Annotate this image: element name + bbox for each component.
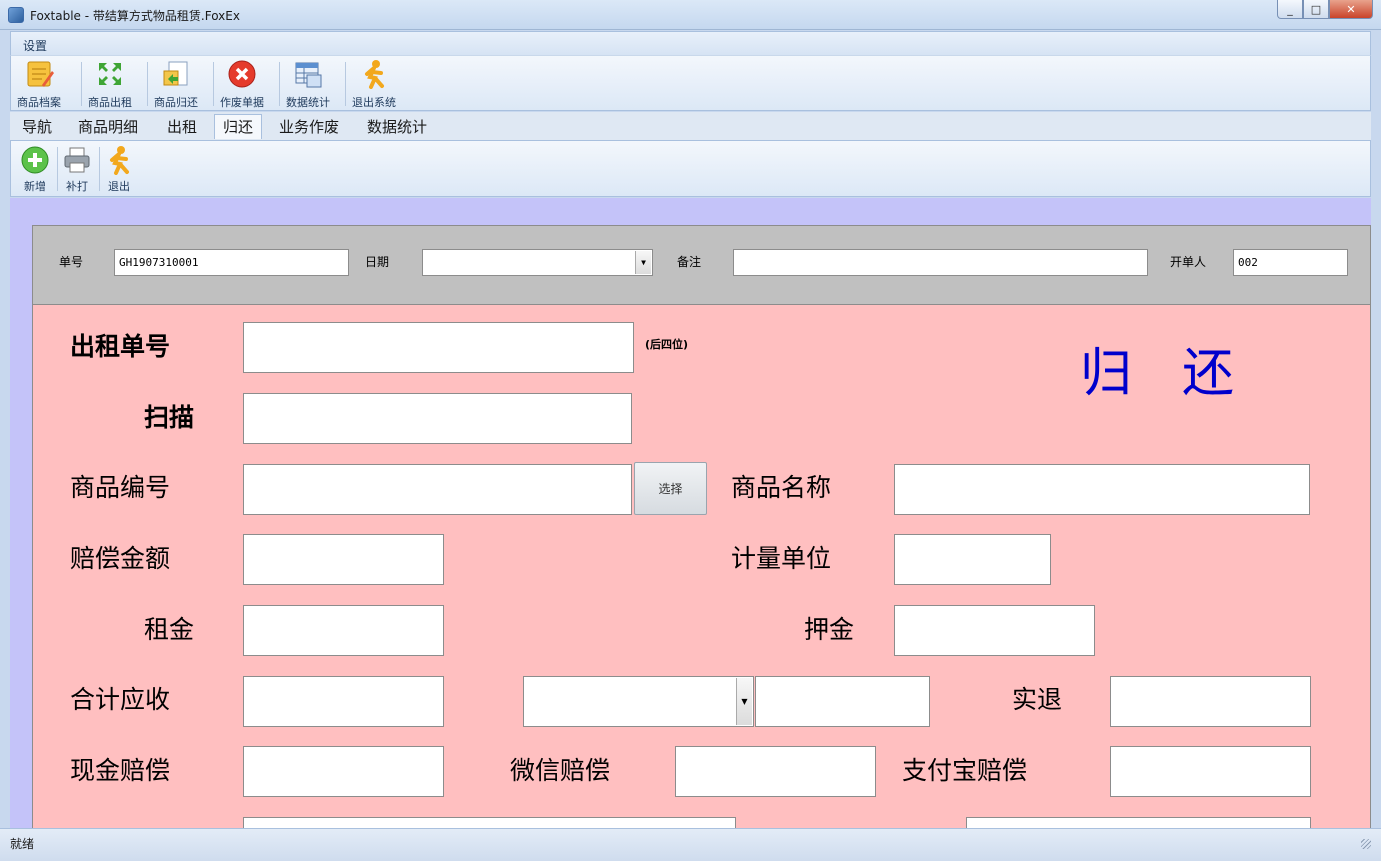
- status-text: 就绪: [10, 837, 35, 851]
- deposit-label: 押金: [804, 615, 855, 644]
- wechat-comp-input[interactable]: [675, 746, 876, 797]
- minimize-button[interactable]: _: [1277, 0, 1303, 19]
- ribbon-return-button[interactable]: 商品归还: [154, 58, 198, 110]
- chevron-down-icon[interactable]: ▼: [635, 251, 651, 274]
- toolbar-label: 补打: [66, 180, 88, 193]
- main-ribbon: 商品档案 商品出租 商品归还 作废单据 数据统计 退出系统: [10, 55, 1371, 111]
- cash-comp-input[interactable]: [243, 746, 444, 797]
- page-title: 归还: [1080, 344, 1285, 404]
- scan-label: 扫描: [144, 403, 195, 432]
- ribbon-label: 商品档案: [17, 96, 61, 109]
- ribbon-label: 作废单据: [220, 96, 264, 109]
- product-code-input[interactable]: [243, 464, 632, 515]
- content-area: 单号 GH1907310001 日期 ▼ 备注 开单人 002 出租单号 (后四…: [10, 198, 1371, 828]
- reprint-button[interactable]: 补打: [62, 145, 92, 194]
- order-no-field[interactable]: GH1907310001: [114, 249, 349, 276]
- tab-return[interactable]: 归还: [214, 114, 263, 139]
- deposit-input[interactable]: [894, 605, 1095, 656]
- notepad-icon: [24, 59, 54, 89]
- note-label: 备注: [677, 255, 702, 269]
- tab-void[interactable]: 业务作废: [279, 116, 339, 137]
- tab-product-details[interactable]: 商品明细: [78, 116, 138, 137]
- tab-rent[interactable]: 出租: [167, 116, 197, 137]
- compensation-input[interactable]: [243, 534, 444, 585]
- status-bar: 就绪: [0, 828, 1381, 861]
- next-row-input-right[interactable]: [966, 817, 1311, 828]
- issuer-field[interactable]: 002: [1233, 249, 1348, 276]
- ribbon-label: 商品出租: [88, 96, 132, 109]
- payment-amount-input[interactable]: [755, 676, 930, 727]
- spreadsheet-icon: [293, 59, 323, 89]
- order-no-label: 单号: [59, 255, 84, 269]
- ribbon-product-archive-button[interactable]: 商品档案: [17, 58, 61, 110]
- rental-no-input[interactable]: [243, 322, 634, 373]
- tab-statistics[interactable]: 数据统计: [367, 116, 427, 137]
- close-button[interactable]: ✕: [1329, 0, 1373, 19]
- menu-bar: 设置: [10, 31, 1371, 55]
- alipay-comp-label: 支付宝赔偿: [902, 756, 1028, 785]
- note-field[interactable]: [733, 249, 1148, 276]
- toolbar-label: 新增: [24, 180, 46, 193]
- ribbon-void-button[interactable]: 作废单据: [220, 58, 264, 110]
- wechat-comp-label: 微信赔偿: [510, 756, 611, 785]
- product-name-label: 商品名称: [731, 473, 832, 502]
- running-man-icon: [104, 145, 134, 175]
- green-plus-icon: [20, 145, 50, 175]
- total-receivable-label: 合计应收: [70, 685, 171, 714]
- menu-settings[interactable]: 设置: [23, 37, 47, 54]
- exit-button[interactable]: 退出: [104, 145, 134, 194]
- rental-no-hint: (后四位): [645, 338, 689, 351]
- rent-label: 租金: [144, 615, 195, 644]
- tab-navigation[interactable]: 导航: [22, 116, 52, 137]
- window-controls: _ □ ✕: [1277, 0, 1373, 19]
- payment-method-dropdown[interactable]: ▼: [523, 676, 754, 727]
- window-title: Foxtable - 带结算方式物品租赁.FoxEx: [30, 9, 240, 23]
- scan-input[interactable]: [243, 393, 632, 444]
- window-titlebar: Foxtable - 带结算方式物品租赁.FoxEx _ □ ✕: [0, 0, 1381, 30]
- app-icon: [8, 7, 24, 23]
- select-button[interactable]: 选择: [634, 462, 707, 515]
- chevron-down-icon[interactable]: ▼: [736, 678, 752, 725]
- ribbon-exit-button[interactable]: 退出系统: [352, 58, 396, 110]
- tab-strip: 导航 商品明细 出租 归还 业务作废 数据统计: [10, 112, 1371, 140]
- printer-icon: [62, 145, 92, 175]
- resize-grip-icon[interactable]: [1361, 839, 1371, 849]
- actual-refund-input[interactable]: [1110, 676, 1311, 727]
- rental-no-label: 出租单号: [70, 332, 171, 361]
- actual-refund-label: 实退: [1012, 685, 1063, 714]
- running-man-icon: [359, 59, 389, 89]
- red-x-icon: [227, 59, 257, 89]
- add-button[interactable]: 新增: [20, 145, 50, 194]
- header-panel: 单号 GH1907310001 日期 ▼ 备注 开单人 002: [32, 225, 1371, 305]
- ribbon-statistics-button[interactable]: 数据统计: [286, 58, 330, 110]
- arrows-out-icon: [95, 59, 125, 89]
- alipay-comp-input[interactable]: [1110, 746, 1311, 797]
- ribbon-label: 数据统计: [286, 96, 330, 109]
- return-form: 出租单号 (后四位) 归还 扫描 商品编号 选择 商品名称 赔偿金额 计量单位 …: [32, 305, 1371, 828]
- total-receivable-input[interactable]: [243, 676, 444, 727]
- ribbon-label: 退出系统: [352, 96, 396, 109]
- next-row-input[interactable]: [243, 817, 736, 828]
- cash-comp-label: 现金赔偿: [70, 756, 171, 785]
- date-picker[interactable]: ▼: [422, 249, 653, 276]
- ribbon-label: 商品归还: [154, 96, 198, 109]
- unit-input[interactable]: [894, 534, 1051, 585]
- product-code-label: 商品编号: [70, 473, 171, 502]
- ribbon-rent-out-button[interactable]: 商品出租: [88, 58, 132, 110]
- rent-input[interactable]: [243, 605, 444, 656]
- tab-toolbar: 新增 补打 退出: [10, 140, 1371, 197]
- compensation-label: 赔偿金额: [70, 544, 171, 573]
- unit-label: 计量单位: [731, 544, 832, 573]
- maximize-button[interactable]: □: [1303, 0, 1329, 19]
- return-document-icon: [161, 59, 191, 89]
- date-label: 日期: [365, 255, 390, 269]
- issuer-label: 开单人: [1170, 255, 1207, 269]
- product-name-input[interactable]: [894, 464, 1310, 515]
- toolbar-label: 退出: [108, 180, 130, 193]
